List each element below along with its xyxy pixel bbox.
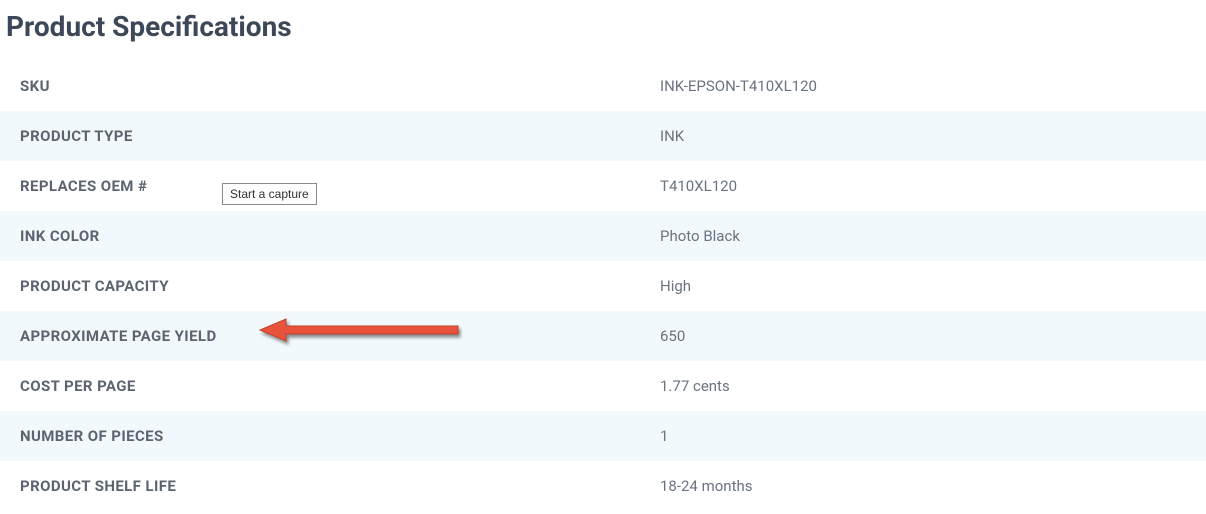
table-row: NUMBER OF PIECES 1 [0, 411, 1206, 461]
spec-label: PRODUCT CAPACITY [20, 277, 660, 295]
spec-label: REPLACES OEM # [20, 177, 660, 195]
table-row: APPROXIMATE PAGE YIELD 650 [0, 311, 1206, 361]
spec-value: 650 [660, 327, 1196, 345]
table-row: REPLACES OEM # T410XL120 [0, 161, 1206, 211]
spec-value: 1 [660, 427, 1196, 445]
spec-label: PRODUCT TYPE [20, 127, 660, 145]
table-row: SKU INK-EPSON-T410XL120 [0, 61, 1206, 111]
spec-value: INK-EPSON-T410XL120 [660, 77, 1196, 95]
specifications-table: SKU INK-EPSON-T410XL120 PRODUCT TYPE INK… [0, 61, 1206, 511]
spec-label: APPROXIMATE PAGE YIELD [20, 327, 660, 345]
spec-value: INK [660, 127, 1196, 145]
spec-value: T410XL120 [660, 177, 1196, 195]
page-title: Product Specifications [0, 0, 1206, 61]
spec-value: 18-24 months [660, 477, 1196, 495]
table-row: PRODUCT TYPE INK [0, 111, 1206, 161]
table-row: INK COLOR Photo Black [0, 211, 1206, 261]
spec-value: Photo Black [660, 227, 1196, 245]
table-row: COST PER PAGE 1.77 cents [0, 361, 1206, 411]
table-row: PRODUCT CAPACITY High [0, 261, 1206, 311]
spec-value: 1.77 cents [660, 377, 1196, 395]
spec-value: High [660, 277, 1196, 295]
table-row: PRODUCT SHELF LIFE 18-24 months [0, 461, 1206, 511]
capture-tooltip: Start a capture [222, 183, 317, 205]
spec-label: NUMBER OF PIECES [20, 427, 660, 445]
spec-label: PRODUCT SHELF LIFE [20, 477, 660, 495]
spec-label: SKU [20, 77, 660, 95]
spec-label: COST PER PAGE [20, 377, 660, 395]
spec-label: INK COLOR [20, 227, 660, 245]
